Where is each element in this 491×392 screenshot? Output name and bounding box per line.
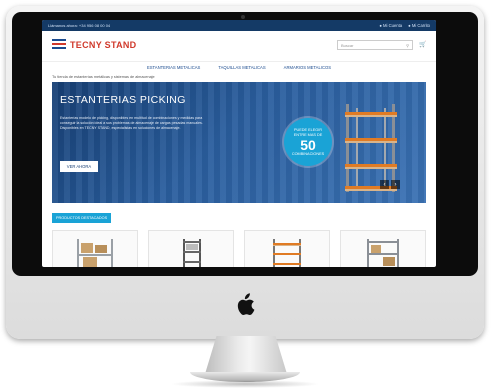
combinations-badge: PUEDE ELEGIR ENTRE MAS DE 50 COMBINACION… xyxy=(284,118,332,166)
monitor-stand xyxy=(205,336,287,374)
hero-banner: ESTANTERIAS PICKING Estanterías modelo d… xyxy=(52,82,426,203)
product-card[interactable] xyxy=(148,230,234,267)
nav-item-taquillas[interactable]: TAQUILLAS METALICAS xyxy=(218,65,265,70)
account-links: ● Mi Cuenta ● Mi Carrito xyxy=(379,23,430,28)
product-card[interactable] xyxy=(52,230,138,267)
nav-item-estanterias[interactable]: ESTANTERIAS METALICAS xyxy=(147,65,200,70)
product-image xyxy=(77,239,113,267)
logo-mark-icon xyxy=(52,38,66,52)
desk-shadow xyxy=(170,380,320,388)
imac-monitor: Llámanos ahora: +34 956 08 00 04 ● Mi Cu… xyxy=(6,6,484,339)
product-image xyxy=(273,239,301,267)
hero-description: Estanterías modelo de picking, disponibl… xyxy=(60,116,203,130)
product-card[interactable] xyxy=(244,230,330,267)
site-header: TECNY STAND Buscar ⚲ 🛒 xyxy=(42,31,436,62)
site-logo[interactable]: TECNY STAND xyxy=(52,38,136,52)
featured-products-grid xyxy=(52,230,426,267)
product-card[interactable] xyxy=(340,230,426,267)
search-placeholder: Buscar xyxy=(341,42,354,48)
tagline: Tu tienda de estanterías metálicas y sis… xyxy=(52,75,155,79)
featured-products-label: PRODUCTOS DESTACADOS xyxy=(52,213,112,223)
hero-cta-button[interactable]: VER AHORA xyxy=(60,161,98,172)
search-icon[interactable]: ⚲ xyxy=(406,43,409,48)
cart-icon[interactable]: 🛒 xyxy=(419,41,426,48)
apple-logo-icon xyxy=(237,293,255,315)
webcam xyxy=(241,15,245,19)
hero-title: ESTANTERIAS PICKING xyxy=(60,94,186,106)
contact-phone: Llámanos ahora: +34 956 08 00 04 xyxy=(48,23,111,28)
nav-item-armarios[interactable]: ARMARIOS METALICOS xyxy=(284,65,331,70)
badge-line-3: COMBINACIONES xyxy=(291,151,325,156)
slider-next-button[interactable]: › xyxy=(391,180,400,189)
badge-number: 50 xyxy=(300,136,316,153)
brand-name: TECNY STAND xyxy=(70,40,137,50)
website-screen: Llámanos ahora: +34 956 08 00 04 ● Mi Cu… xyxy=(42,20,436,267)
cart-link[interactable]: ● Mi Carrito xyxy=(408,23,430,28)
account-link[interactable]: ● Mi Cuenta xyxy=(379,23,402,28)
product-image xyxy=(183,239,201,267)
main-nav: ESTANTERIAS METALICAS TAQUILLAS METALICA… xyxy=(42,62,436,73)
slider-prev-button[interactable]: ‹ xyxy=(380,180,389,189)
search-input[interactable]: Buscar ⚲ xyxy=(337,40,413,50)
product-image xyxy=(367,239,399,267)
top-bar: Llámanos ahora: +34 956 08 00 04 ● Mi Cu… xyxy=(42,20,436,31)
